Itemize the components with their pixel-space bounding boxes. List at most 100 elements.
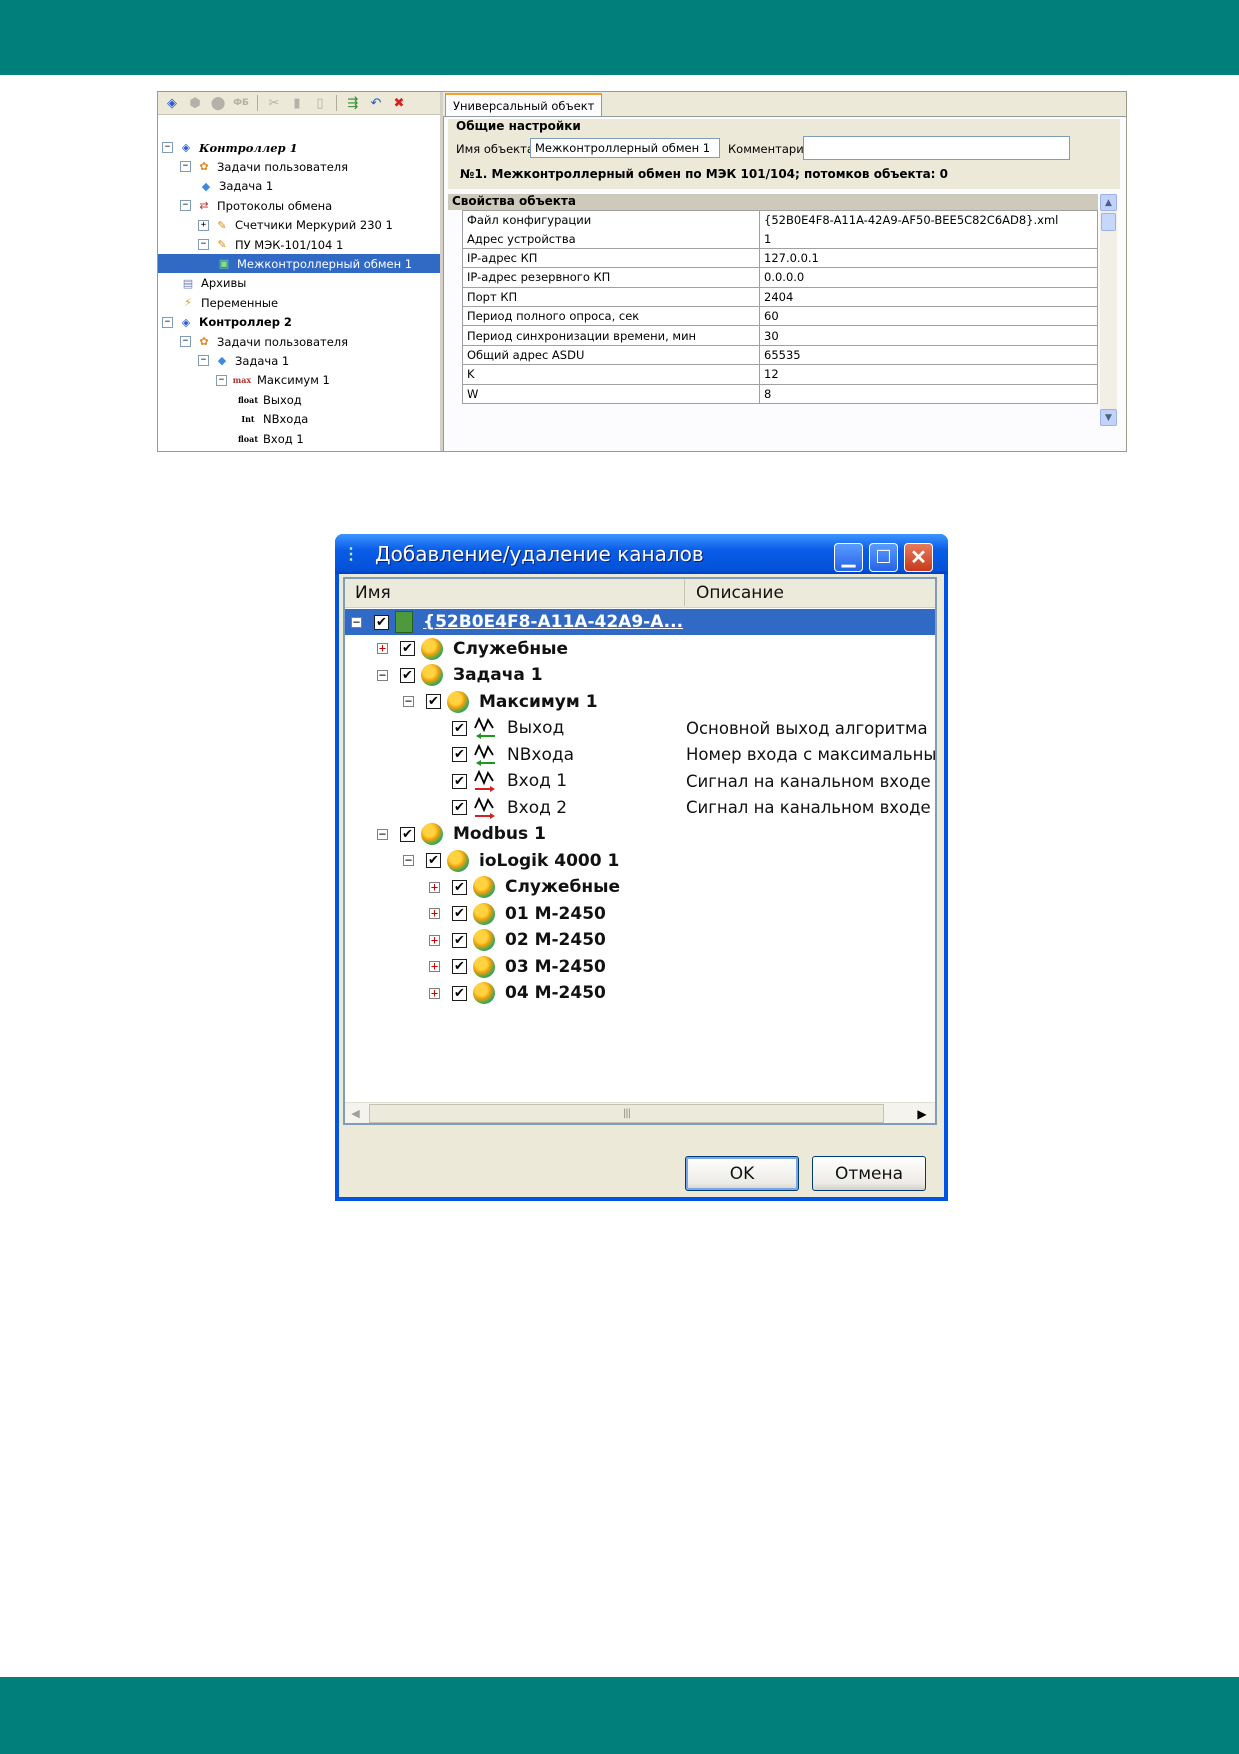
property-value[interactable]: 60 (760, 307, 1098, 326)
channel-checkbox[interactable]: ✔ (452, 773, 467, 789)
expand-icon[interactable]: + (429, 934, 440, 946)
channel-row[interactable]: − ✔ ioLogik 4000 1 (345, 848, 935, 874)
channel-row[interactable]: ✔ Вход 2 Сигнал на канальном входе (345, 795, 935, 821)
tree-item[interactable]: ▤ Архивы (180, 274, 247, 293)
tree-item[interactable]: − ✿ Задачи пользователя (180, 332, 348, 351)
tree-item[interactable]: float Выход (238, 390, 302, 409)
collapse-icon[interactable]: − (162, 142, 173, 153)
property-value[interactable]: 127.0.0.1 (760, 248, 1098, 268)
tree-item[interactable]: float Вход 2 (238, 448, 304, 452)
tree-item[interactable]: − ◈ Контроллер 2 (162, 313, 292, 332)
minimize-button[interactable]: ▁ (834, 543, 863, 572)
close-button[interactable]: ✕ (904, 543, 933, 572)
channel-checkbox[interactable]: ✔ (452, 747, 467, 762)
column-name-header[interactable]: Имя (345, 579, 685, 606)
collapse-icon[interactable]: − (198, 239, 209, 250)
tree-item[interactable]: + ✎ Счетчики Меркурий 230 1 (198, 216, 393, 235)
column-description-header[interactable]: Описание (686, 579, 935, 606)
comment-input[interactable] (803, 136, 1070, 160)
expand-icon[interactable]: + (429, 881, 440, 893)
tree-item[interactable]: Int NВхода (238, 410, 308, 429)
collapse-icon[interactable]: − (180, 161, 191, 173)
horizontal-scrollbar[interactable]: ◀ ||| ▶ (345, 1102, 935, 1123)
dialog-titlebar[interactable]: ⋮ Добавление/удаление каналов ▁ ☐ ✕ (335, 534, 948, 574)
collapse-icon[interactable]: − (162, 316, 173, 328)
channel-checkbox[interactable]: ✔ (452, 720, 467, 736)
property-row[interactable]: Период синхронизации времени, мин 30 (462, 326, 1098, 346)
property-value[interactable]: 30 (760, 326, 1098, 345)
property-value[interactable]: 0.0.0.0 (760, 268, 1098, 287)
property-row[interactable]: K 12 (462, 365, 1098, 385)
channel-checkbox[interactable]: ✔ (452, 985, 467, 1001)
collapse-icon[interactable]: − (377, 669, 388, 681)
delete-icon[interactable]: ▮ (287, 94, 307, 112)
expand-icon[interactable]: + (198, 219, 209, 231)
tree-item[interactable]: − ◈ Контроллер 1 (162, 138, 298, 157)
channel-row[interactable]: − ✔ Modbus 1 (345, 821, 935, 847)
channel-row[interactable]: − ✔ Максимум 1 (345, 689, 935, 715)
channel-row[interactable]: + ✔ 02 M-2450 (345, 927, 935, 953)
scroll-thumb[interactable]: ||| (369, 1104, 884, 1123)
collapse-icon[interactable]: − (180, 200, 191, 212)
scroll-thumb[interactable] (1101, 213, 1116, 231)
channel-row[interactable]: − ✔ Задача 1 (345, 662, 935, 688)
property-row[interactable]: Период полного опроса, сек 60 (462, 307, 1098, 327)
channel-row[interactable]: + ✔ 03 M-2450 (345, 954, 935, 980)
collapse-icon[interactable]: − (403, 695, 414, 707)
channel-row[interactable]: − ✔ {52B0E4F8-A11A-42A9-A... (345, 609, 935, 635)
object-name-input[interactable]: Межконтроллерный обмен 1 (530, 138, 720, 158)
collapse-icon[interactable]: − (180, 336, 191, 347)
task-icon[interactable]: ⬢ (185, 94, 205, 112)
import-icon[interactable]: ⇶ (343, 94, 363, 112)
channel-row[interactable]: ✔ NВхода Номер входа с максимальным (345, 742, 935, 768)
property-value[interactable]: 8 (760, 384, 1098, 403)
property-row[interactable]: Общий адрес ASDU 65535 (462, 345, 1098, 366)
tree-item[interactable]: ▣ Межконтроллерный обмен 1 (158, 254, 440, 274)
tree-item[interactable]: float Вход 1 (238, 429, 304, 448)
tab-universal-object[interactable]: Универсальный объект (445, 93, 603, 117)
scroll-right-icon[interactable]: ▶ (911, 1103, 933, 1123)
channel-row[interactable]: + ✔ 01 M-2450 (345, 901, 935, 927)
collapse-icon[interactable]: − (198, 355, 209, 367)
property-value[interactable]: {52B0E4F8-A11A-42A9-AF50-BEE5C82C6AD8}.x… (760, 211, 1098, 230)
algorithm-icon[interactable]: ⬤ (208, 94, 228, 112)
property-value[interactable]: 2404 (760, 287, 1098, 306)
collapse-icon[interactable]: − (377, 828, 388, 840)
channel-checkbox[interactable]: ✔ (452, 800, 467, 815)
expand-icon[interactable]: + (377, 642, 388, 654)
copy-icon[interactable]: ▯ (310, 94, 330, 112)
channel-checkbox[interactable]: ✔ (400, 826, 415, 842)
channel-row[interactable]: ✔ Выход Основной выход алгоритма (345, 715, 935, 741)
fb-icon[interactable]: ФБ (231, 94, 251, 112)
channel-row[interactable]: + ✔ 04 M-2450 (345, 980, 935, 1006)
expand-icon[interactable]: + (429, 960, 440, 972)
controller-icon[interactable]: ◈ (162, 94, 182, 112)
property-value[interactable]: 1 (760, 229, 1098, 248)
cancel-button[interactable]: Отмена (812, 1156, 926, 1191)
channel-checkbox[interactable]: ✔ (374, 614, 389, 630)
tree-item[interactable]: − ⇄ Протоколы обмена (180, 196, 332, 215)
scroll-up-icon[interactable]: ▲ (1100, 194, 1117, 211)
channel-checkbox[interactable]: ✔ (400, 667, 415, 683)
tree-item[interactable]: − ✿ Задачи пользователя (180, 157, 348, 176)
collapse-icon[interactable]: − (351, 616, 362, 628)
ok-button[interactable]: OK (685, 1156, 799, 1191)
property-row[interactable]: Адрес устройства 1 (462, 229, 1098, 249)
property-row[interactable]: IP-адрес резервного КП 0.0.0.0 (462, 268, 1098, 288)
tree-item[interactable]: − max Максимум 1 (216, 371, 330, 390)
channel-checkbox[interactable]: ✔ (426, 853, 441, 868)
cut-icon[interactable]: ✂ (264, 94, 284, 112)
refresh-icon[interactable]: ↶ (366, 94, 386, 112)
tree-item[interactable]: − ◆ Задача 1 (198, 351, 289, 370)
properties-scrollbar[interactable]: ▲ ▼ (1100, 194, 1117, 426)
property-row[interactable]: W8 (462, 384, 1098, 404)
channel-checkbox[interactable]: ✔ (452, 932, 467, 948)
channel-row[interactable]: + ✔ Служебные (345, 636, 935, 662)
property-value[interactable]: 65535 (760, 345, 1098, 365)
tree-item[interactable]: ◆ Задача 1 (198, 177, 273, 196)
scroll-left-icon[interactable]: ◀ (345, 1103, 366, 1123)
scroll-down-icon[interactable]: ▼ (1100, 409, 1117, 426)
property-row[interactable]: IP-адрес КП 127.0.0.1 (462, 248, 1098, 269)
expand-icon[interactable]: + (429, 907, 440, 919)
channel-row[interactable]: ✔ Вход 1 Сигнал на канальном входе (345, 768, 935, 794)
